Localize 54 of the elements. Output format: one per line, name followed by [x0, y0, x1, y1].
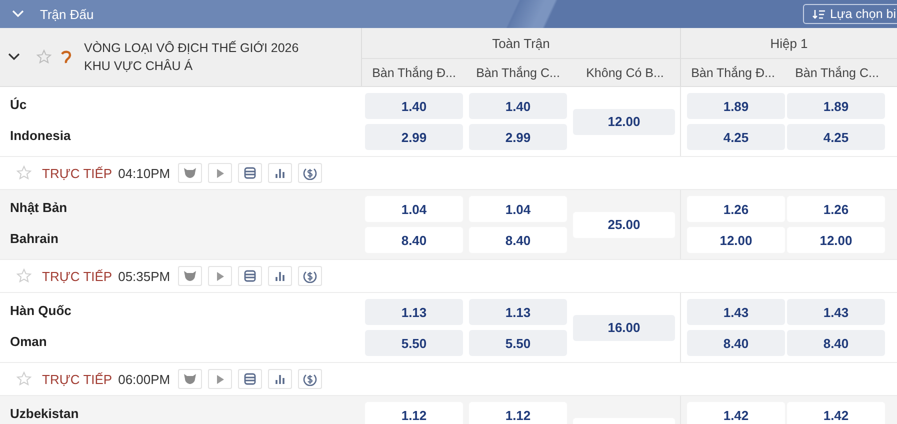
odds-button[interactable]: 5.50: [469, 330, 567, 356]
odds-button[interactable]: 1.12: [365, 402, 463, 424]
odds-button[interactable]: 1.42: [687, 402, 785, 424]
odds-button[interactable]: 1.26: [687, 196, 785, 222]
odds-button[interactable]: 1.13: [469, 299, 567, 325]
odds-button[interactable]: 1.13: [365, 299, 463, 325]
column-group-header: Toàn Trận: [362, 28, 680, 59]
team-name: Nhật Bản: [10, 199, 68, 217]
column-header: Bàn Thắng C...: [794, 66, 880, 80]
odds-button[interactable]: 8.40: [787, 330, 885, 356]
column-header: Bàn Thắng Đ...: [690, 66, 776, 80]
kickoff-time: 06:00PM: [118, 372, 170, 386]
live-label: TRỰC TIẾP: [42, 268, 112, 284]
odds-button[interactable]: 1.04: [365, 196, 463, 222]
odds-button[interactable]: 1.89: [687, 93, 785, 119]
live-label: TRỰC TIẾP: [42, 372, 112, 386]
live-label: TRỰC TIẾP: [42, 166, 112, 180]
column-header: Bàn Thắng C...: [475, 66, 561, 80]
odds-button[interactable]: 12.00: [787, 227, 885, 253]
team-name: Úc: [10, 96, 28, 114]
league-name: VÒNG LOẠI VÔ ĐỊCH THẾ GIỚI 2026 KHU VỰC CHÂU Á: [84, 40, 300, 75]
odds-button[interactable]: 4.25: [787, 124, 885, 150]
odds-button[interactable]: 12.00: [687, 227, 785, 253]
section-title: Trận Đấu: [40, 6, 94, 22]
kickoff-time: 05:35PM: [118, 268, 170, 284]
team-name: Hàn Quốc: [10, 302, 72, 320]
odds-button[interactable]: 8.40: [365, 227, 463, 253]
column-header: Không Có B...: [585, 66, 665, 80]
odds-button[interactable]: 1.89: [787, 93, 885, 119]
odds-button[interactable]: 25.00: [573, 212, 675, 238]
odds-button[interactable]: 1.26: [787, 196, 885, 222]
odds-button[interactable]: 1.12: [469, 402, 567, 424]
odds-button[interactable]: 5.50: [365, 330, 463, 356]
odds-button[interactable]: 1.43: [787, 299, 885, 325]
column-header: Bàn Thắng Đ...: [371, 66, 457, 80]
odds-button[interactable]: 1.04: [469, 196, 567, 222]
kickoff-time: 04:10PM: [118, 166, 170, 180]
team-name: Indonesia: [10, 127, 72, 145]
team-name: Bahrain: [10, 230, 60, 248]
odds-button[interactable]: 1.40: [469, 93, 567, 119]
odds-button[interactable]: 8.40: [469, 227, 567, 253]
team-name: Oman: [10, 333, 48, 351]
column-group-header: Hiệp 1: [681, 28, 897, 59]
odds-button[interactable]: 1.40: [365, 93, 463, 119]
team-name: Uzbekistan: [10, 405, 80, 423]
odds-button[interactable]: 16.00: [573, 314, 675, 340]
filter-button[interactable]: Lựa chọn bi: [802, 4, 897, 24]
odds-button[interactable]: 4.25: [687, 124, 785, 150]
odds-button[interactable]: 2.99: [469, 124, 567, 150]
odds-button[interactable]: 2.99: [365, 124, 463, 150]
odds-button[interactable]: 12.00: [573, 108, 675, 134]
odds-button[interactable]: 1.42: [787, 402, 885, 424]
odds-button[interactable]: 8.40: [687, 330, 785, 356]
odds-button[interactable]: 1.43: [687, 299, 785, 325]
